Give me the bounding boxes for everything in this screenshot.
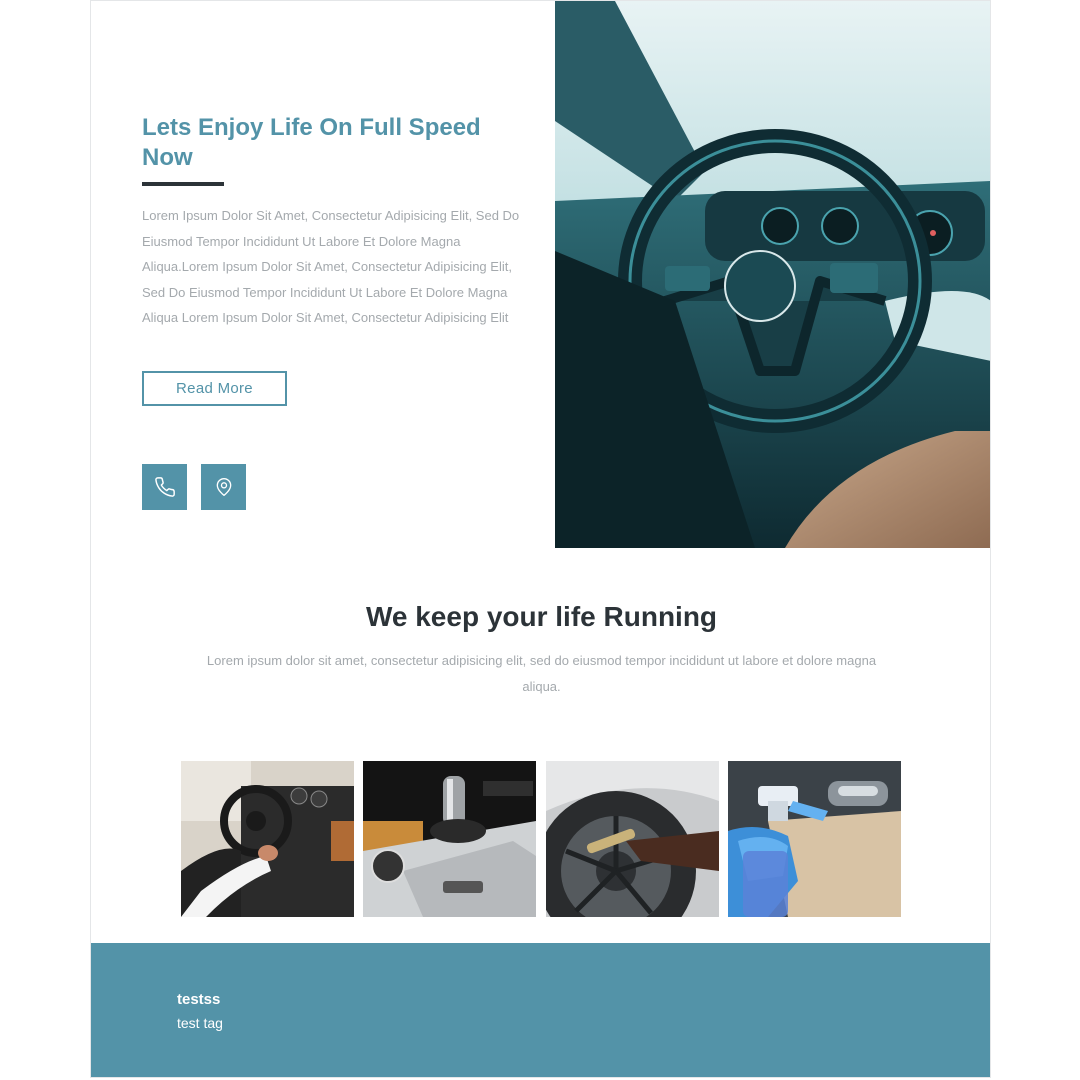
- phone-icon: [154, 477, 175, 497]
- location-button[interactable]: [201, 464, 246, 510]
- gallery-image-wheel-cleaning: [546, 761, 719, 917]
- footer-title: testss: [177, 991, 221, 1008]
- hero-car-interior-image: [555, 1, 990, 548]
- footer: testss test tag: [91, 943, 990, 1077]
- hero-description: Lorem Ipsum Dolor Sit Amet, Consectetur …: [142, 208, 520, 326]
- hero-title: Lets Enjoy Life On Full Speed Now: [142, 114, 481, 171]
- services-title: We keep your life Running: [365, 601, 718, 632]
- gallery-image-driver: [181, 761, 354, 917]
- gallery-image-interior-cleaning: [728, 761, 901, 917]
- page-container: Lets Enjoy Life On Full Speed Now Lorem …: [90, 0, 991, 1078]
- services-description: Lorem ipsum dolor sit amet, consectetur …: [206, 653, 877, 694]
- hero-title-underline: [142, 182, 224, 186]
- footer-tag: test tag: [177, 1015, 223, 1031]
- gallery-image-gear-shifter: [363, 761, 536, 917]
- phone-button[interactable]: [142, 464, 187, 510]
- read-more-button[interactable]: Read More: [142, 371, 287, 406]
- services-gallery: [181, 761, 903, 917]
- location-pin-icon: [216, 478, 231, 496]
